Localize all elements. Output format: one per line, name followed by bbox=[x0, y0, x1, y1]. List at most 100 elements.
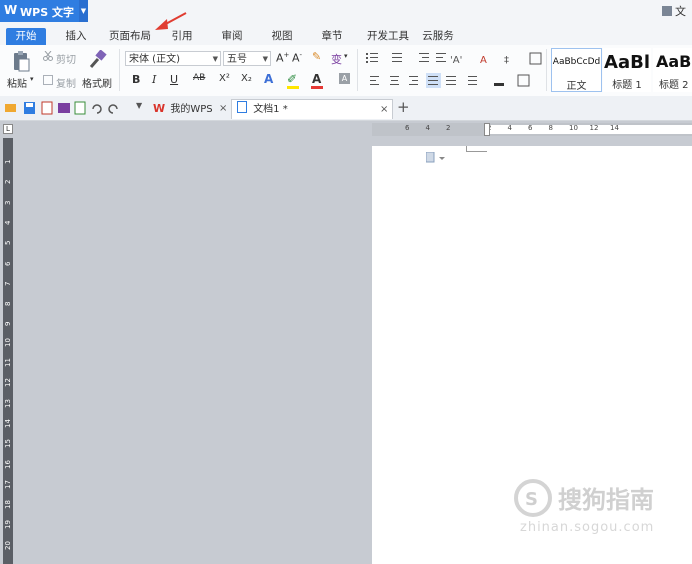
ruler-tick-label: 15 bbox=[4, 439, 12, 449]
font-color-bar bbox=[311, 86, 323, 89]
highlight-icon[interactable]: ✐ bbox=[287, 72, 297, 86]
bold-button[interactable]: B bbox=[132, 73, 140, 86]
style-heading-1-sample: AaBl bbox=[604, 52, 650, 73]
close-icon[interactable]: × bbox=[219, 99, 227, 118]
chevron-down-icon[interactable]: ▾ bbox=[344, 52, 348, 60]
cut-button[interactable]: 剪切 bbox=[56, 51, 76, 66]
ruler-tick-label: 16 bbox=[4, 459, 12, 469]
format-painter-button[interactable]: 格式刷 bbox=[82, 75, 112, 90]
tab-cloud[interactable]: 云服务 bbox=[418, 28, 458, 45]
paste-button[interactable]: 粘贴 bbox=[7, 75, 27, 90]
ruler-tick-label: 18 bbox=[4, 500, 12, 510]
font-size-value: 五号 bbox=[227, 54, 247, 65]
app-menu-button[interactable]: W WPS 文字 ▼ bbox=[0, 0, 88, 22]
italic-button[interactable]: I bbox=[152, 73, 156, 86]
ruler-tick-label: 7 bbox=[4, 281, 12, 286]
divider bbox=[357, 49, 358, 91]
ruler-tick-label: 10 bbox=[4, 337, 12, 347]
svg-text:'A': 'A' bbox=[450, 55, 462, 66]
style-heading-1[interactable]: AaBl 标题 1 bbox=[603, 48, 651, 92]
annotation-arrow-icon bbox=[155, 12, 187, 30]
tab-developer[interactable]: 开发工具 bbox=[360, 28, 416, 45]
title-right-text: 文 bbox=[675, 5, 686, 18]
watermark-url: zhinan.sogou.com bbox=[520, 520, 655, 535]
ruler-tick-label: 5 bbox=[4, 240, 12, 246]
strikethrough-button[interactable]: AB bbox=[193, 73, 205, 83]
chevron-down-icon: ▼ bbox=[212, 55, 218, 63]
phonetic-guide-icon[interactable]: 变 bbox=[331, 51, 342, 67]
ruler-tick-label: 2 bbox=[446, 124, 451, 132]
user-icon bbox=[662, 6, 672, 16]
copy-button[interactable]: 复制 bbox=[56, 75, 76, 90]
tab-view[interactable]: 视图 bbox=[262, 28, 302, 45]
ruler-tick-label: 20 bbox=[4, 540, 12, 550]
new-tab-button[interactable]: + bbox=[397, 98, 410, 116]
format-painter-icon[interactable] bbox=[88, 49, 108, 70]
svg-text:S: S bbox=[525, 489, 538, 510]
svg-text:‡: ‡ bbox=[504, 55, 509, 66]
paste-dropdown-icon[interactable]: ▾ bbox=[30, 75, 34, 83]
tab-chapter[interactable]: 章节 bbox=[312, 28, 352, 45]
chevron-down-icon[interactable]: ▼ bbox=[79, 0, 88, 22]
style-normal-label: 正文 bbox=[566, 81, 587, 92]
ruler-tick-label: 9 bbox=[4, 321, 12, 327]
horizontal-ruler[interactable]: 6422468101214 bbox=[372, 123, 692, 136]
paragraph-tools-icon[interactable]: 'A' A ‡ bbox=[364, 51, 544, 91]
font-size-select[interactable]: 五号 ▼ bbox=[223, 51, 271, 66]
divider bbox=[546, 49, 547, 91]
tab-stop-selector[interactable]: L bbox=[3, 124, 13, 134]
clear-format-icon[interactable]: ✎ bbox=[312, 50, 321, 63]
superscript-button[interactable]: X² bbox=[219, 73, 230, 84]
style-heading-2[interactable]: AaBl 标题 2 bbox=[653, 48, 692, 92]
ruler-tick-label: 8 bbox=[548, 124, 553, 132]
tab-review[interactable]: 审阅 bbox=[212, 28, 252, 45]
close-icon[interactable]: × bbox=[380, 100, 388, 119]
subscript-button[interactable]: X₂ bbox=[241, 73, 252, 84]
ruler-tick-label: 2 bbox=[4, 179, 12, 185]
ruler-tick-label: 4 bbox=[425, 124, 430, 132]
wps-w-icon: W bbox=[153, 102, 166, 115]
char-shading-icon[interactable]: A bbox=[339, 73, 350, 84]
ruler-tick-label: 12 bbox=[589, 124, 599, 132]
vertical-ruler[interactable]: 1 2 3 4 5 6 7 8 9 10 11 12 13 14 15 16 17 18 19 20 bbox=[3, 138, 13, 564]
divider bbox=[119, 49, 120, 91]
quick-access-icons[interactable] bbox=[4, 101, 134, 115]
ruler-tick-label: 14 bbox=[4, 418, 12, 428]
paste-options-icon[interactable] bbox=[426, 152, 446, 164]
style-heading-1-label: 标题 1 bbox=[612, 80, 642, 91]
ruler-tick-label: 10 bbox=[569, 124, 578, 132]
shrink-font-icon[interactable]: A- bbox=[292, 51, 302, 65]
menu-tabs: 开始 插入 页面布局 引用 审阅 视图 章节 开发工具 云服务 bbox=[0, 26, 692, 45]
title-right-area[interactable]: 文 bbox=[662, 3, 686, 19]
svg-text:A: A bbox=[480, 55, 487, 66]
watermark-brand: 搜狗指南 bbox=[558, 486, 654, 514]
grow-font-icon[interactable]: A+ bbox=[276, 51, 289, 65]
ruler-tick-label: 8 bbox=[4, 301, 12, 307]
ruler-tick-label: 6 bbox=[405, 124, 410, 132]
font-color-icon[interactable]: A bbox=[312, 72, 321, 86]
underline-button[interactable]: U bbox=[170, 73, 178, 86]
margin-corner-mark bbox=[466, 146, 487, 152]
tab-insert[interactable]: 插入 bbox=[56, 28, 96, 45]
tab-page-layout[interactable]: 页面布局 bbox=[104, 28, 156, 45]
font-name-select[interactable]: 宋体 (正文) ▼ bbox=[125, 51, 221, 66]
ruler-tick-label: 11 bbox=[4, 358, 12, 367]
document-icon bbox=[237, 101, 247, 113]
ruler-tick-label: 19 bbox=[4, 520, 12, 530]
style-heading-2-sample: AaBl bbox=[656, 52, 692, 71]
app-name: WPS 文字 bbox=[20, 6, 74, 19]
ruler-tick-label: 17 bbox=[4, 479, 12, 489]
indent-marker-icon[interactable] bbox=[484, 123, 490, 136]
ruler-tick-label: 13 bbox=[4, 398, 12, 408]
customize-toolbar-icon[interactable]: ▼ bbox=[136, 101, 142, 110]
tab-mywps[interactable]: W 我的WPS × bbox=[150, 99, 230, 119]
ruler-tick-label: 6 bbox=[4, 261, 12, 266]
paste-icon[interactable] bbox=[10, 50, 32, 72]
text-effect-icon[interactable]: A bbox=[264, 72, 273, 86]
tab-document[interactable]: 文档1 * × bbox=[231, 99, 393, 119]
highlight-color-bar bbox=[287, 86, 299, 89]
ruler-tick-label: 14 bbox=[610, 124, 619, 132]
tab-home[interactable]: 开始 bbox=[6, 28, 46, 45]
copy-icon bbox=[43, 75, 53, 85]
style-normal[interactable]: AaBbCcDd 正文 bbox=[551, 48, 602, 92]
